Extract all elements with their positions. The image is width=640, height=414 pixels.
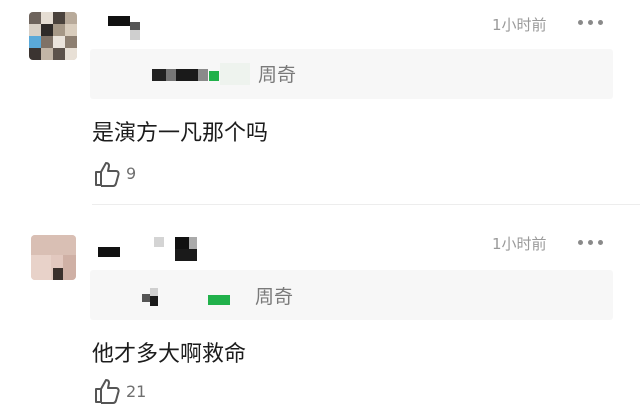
- more-dots-icon[interactable]: [578, 18, 606, 28]
- like-count: 9: [126, 164, 137, 183]
- username-redacted[interactable]: [108, 16, 148, 42]
- timestamp: 1小时前: [492, 235, 547, 253]
- avatar[interactable]: [31, 235, 76, 280]
- badge-blur: [220, 63, 250, 85]
- quote-username-redacted: [142, 286, 172, 306]
- comment-1: 1小时前 周奇 是演方一凡那个吗 9: [0, 0, 640, 205]
- quote-author-name: 周奇: [255, 286, 294, 308]
- quoted-reply[interactable]: 周奇: [90, 49, 613, 99]
- more-dots-icon[interactable]: [578, 238, 606, 248]
- comment-2: 1小时前 周奇 他才多大啊救命 21: [0, 205, 640, 414]
- timestamp: 1小时前: [492, 16, 547, 34]
- thumbs-up-icon[interactable]: [93, 377, 121, 405]
- username-redacted[interactable]: [98, 235, 218, 265]
- like-count: 21: [126, 382, 147, 401]
- comment-text: 他才多大啊救命: [92, 342, 247, 367]
- quoted-reply[interactable]: 周奇: [90, 270, 613, 320]
- quote-author-name: 周奇: [258, 64, 297, 86]
- comment-text: 是演方一凡那个吗: [92, 121, 269, 146]
- verified-badge: [208, 295, 230, 305]
- thumbs-up-icon[interactable]: [93, 160, 121, 188]
- avatar[interactable]: [29, 12, 77, 60]
- verified-badge: [209, 71, 219, 81]
